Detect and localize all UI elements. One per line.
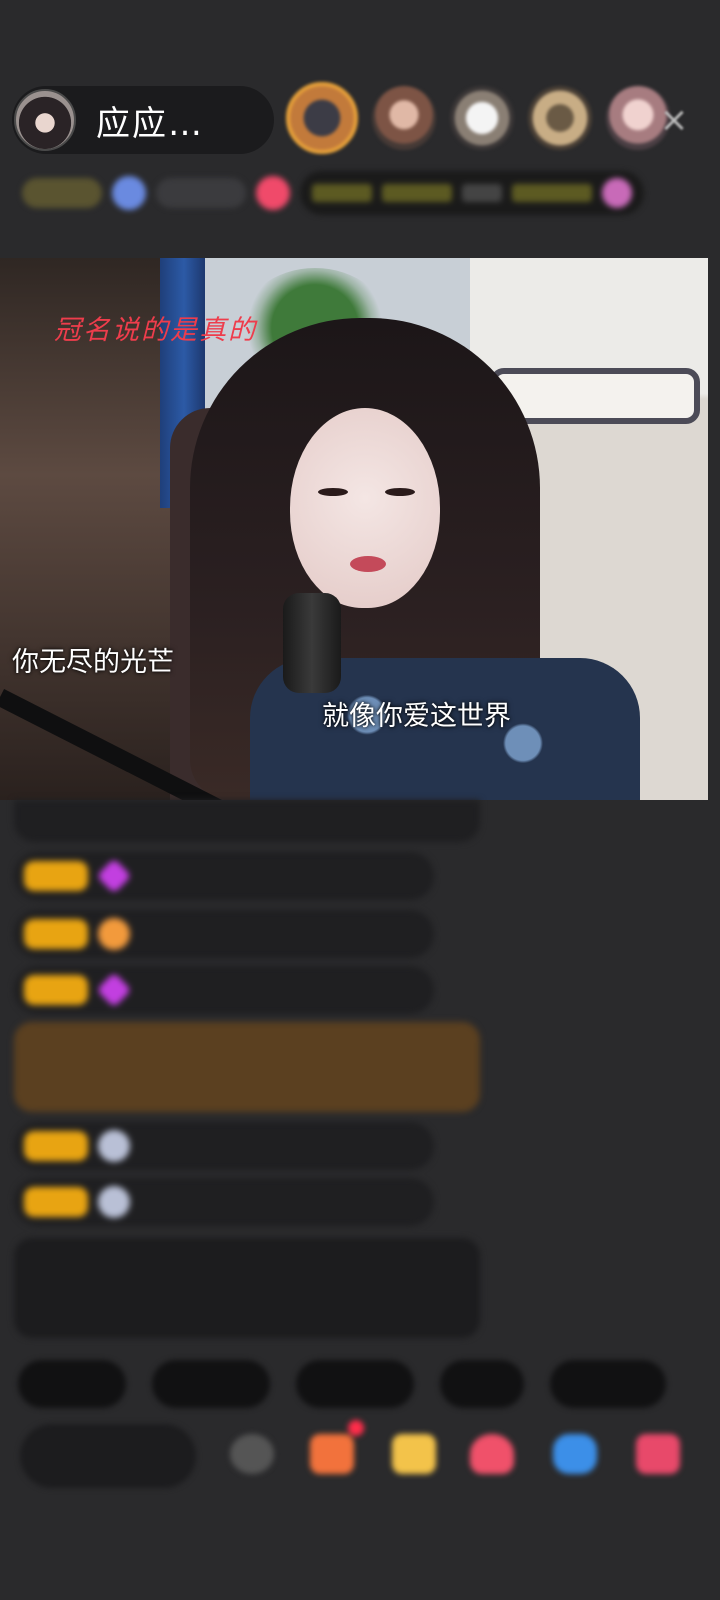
username[interactable]	[140, 922, 260, 946]
chat-message[interactable]	[14, 1122, 434, 1170]
close-button[interactable]: ×	[652, 98, 696, 142]
viewer-avatar[interactable]	[286, 82, 358, 154]
ranking-banner[interactable]	[300, 171, 644, 215]
viewer-avatar[interactable]	[450, 86, 514, 150]
heart-icon[interactable]	[470, 1434, 514, 1474]
level-badge	[24, 919, 88, 949]
level-badge	[24, 1187, 88, 1217]
ranking-text	[382, 184, 452, 202]
level-badge	[24, 861, 88, 891]
viewer-avatar[interactable]	[372, 86, 436, 150]
chat-message[interactable]	[14, 1178, 434, 1226]
game-icon[interactable]	[553, 1434, 597, 1474]
host-name: 应应…	[96, 103, 204, 144]
username[interactable]	[140, 1190, 240, 1214]
avatar-icon	[98, 1130, 130, 1162]
notification-dot	[348, 1420, 364, 1436]
quick-reply-button[interactable]	[440, 1360, 524, 1408]
rank-avatar	[602, 178, 632, 208]
microphone	[283, 593, 341, 693]
close-icon: ×	[659, 100, 689, 140]
medal-icon	[98, 918, 130, 950]
message-text	[24, 809, 204, 833]
live-video[interactable]: 冠名说的是真的 你无尽的光芒 就像你爱这世界	[0, 258, 708, 800]
avatar-icon	[98, 1186, 130, 1218]
message-text	[250, 1134, 400, 1158]
level-icon	[112, 176, 146, 210]
username[interactable]	[140, 864, 220, 888]
info-chip[interactable]	[156, 178, 246, 208]
stream-info-row	[22, 168, 692, 218]
chat-message[interactable]	[14, 852, 434, 900]
level-badge	[24, 1131, 88, 1161]
streamer-eye	[385, 488, 415, 496]
quick-reply-row	[18, 1360, 666, 1408]
quick-reply-button[interactable]	[18, 1360, 126, 1408]
hot-icon	[256, 176, 290, 210]
emoji-icon[interactable]	[230, 1434, 274, 1474]
ranking-text	[312, 184, 372, 202]
chat-input[interactable]	[20, 1424, 196, 1488]
message-text	[230, 978, 390, 1002]
streamer-lips	[350, 556, 386, 572]
gem-icon	[96, 858, 132, 894]
info-chip[interactable]	[22, 178, 102, 208]
chat-message[interactable]	[14, 800, 480, 842]
chat-list[interactable]	[0, 800, 720, 1350]
username[interactable]	[140, 978, 220, 1002]
host-avatar[interactable]	[14, 89, 76, 151]
streamer-face	[290, 408, 440, 608]
quick-reply-button[interactable]	[296, 1360, 414, 1408]
highlighted-message[interactable]	[14, 1022, 480, 1112]
bottom-action-bar	[0, 1420, 720, 1500]
treasure-box-icon[interactable]	[310, 1434, 354, 1474]
lyric-line: 你无尽的光芒	[12, 647, 174, 678]
gem-icon	[96, 972, 132, 1008]
message-text	[270, 922, 390, 946]
gift-icon[interactable]	[392, 1434, 436, 1474]
message-text	[230, 864, 370, 888]
quick-reply-button[interactable]	[152, 1360, 270, 1408]
more-icon[interactable]	[636, 1434, 680, 1474]
chat-message[interactable]	[14, 966, 434, 1014]
lyric-line: 就像你爱这世界	[322, 701, 511, 732]
quick-reply-button[interactable]	[550, 1360, 666, 1408]
level-badge	[24, 975, 88, 1005]
sponsor-caption: 冠名说的是真的	[54, 315, 257, 346]
username[interactable]	[140, 1134, 240, 1158]
chat-message[interactable]	[14, 910, 434, 958]
viewer-avatar[interactable]	[528, 86, 592, 150]
host-info-pill[interactable]: 应应…	[12, 86, 274, 154]
system-notice	[14, 1238, 480, 1338]
message-text	[250, 1190, 400, 1214]
ranking-text	[512, 184, 592, 202]
streamer-eye	[318, 488, 348, 496]
viewer-avatar-list	[286, 82, 670, 154]
ranking-text	[462, 184, 502, 202]
